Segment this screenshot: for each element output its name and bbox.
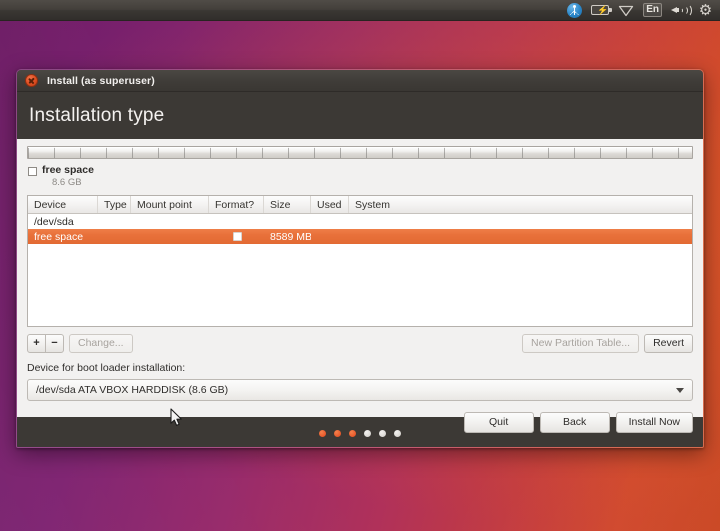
column-header-device[interactable]: Device — [28, 196, 98, 213]
chevron-down-icon — [676, 388, 684, 393]
quit-button[interactable]: Quit — [464, 412, 534, 433]
column-header-mount-point[interactable]: Mount point — [131, 196, 209, 213]
page-title: Installation type — [29, 105, 164, 127]
battery-icon[interactable]: ⚡ — [591, 0, 609, 21]
add-partition-button[interactable]: + — [27, 334, 46, 353]
install-now-button[interactable]: Install Now — [616, 412, 693, 433]
new-partition-table-button[interactable]: New Partition Table... — [522, 334, 639, 353]
system-gear-icon[interactable]: ⚙ — [698, 0, 713, 21]
partition-table[interactable]: Device Type Mount point Format? Size Use… — [27, 195, 693, 327]
column-header-used[interactable]: Used — [311, 196, 349, 213]
cell-used — [311, 229, 349, 244]
legend-color-swatch — [28, 167, 37, 176]
window-title-bar: Install (as superuser) — [17, 70, 703, 92]
table-row[interactable]: free space 8589 MB — [28, 229, 692, 244]
cell-size — [264, 214, 311, 229]
column-header-size[interactable]: Size — [264, 196, 311, 213]
cell-used — [311, 214, 349, 229]
installer-content: free space 8.6 GB Device Type Mount poin… — [17, 139, 703, 417]
cell-mount-point — [131, 214, 209, 229]
cell-mount-point — [131, 229, 209, 244]
cell-system — [349, 214, 692, 229]
cell-system — [349, 229, 692, 244]
volume-icon[interactable] — [671, 0, 689, 21]
installer-window: Install (as superuser) Installation type… — [16, 69, 704, 448]
gear-glyph: ⚙ — [698, 3, 713, 18]
partition-usage-bar[interactable] — [27, 146, 693, 159]
column-header-type[interactable]: Type — [98, 196, 131, 213]
cell-device: free space — [28, 229, 98, 244]
table-header-row: Device Type Mount point Format? Size Use… — [28, 196, 692, 214]
legend-partition-name: free space — [42, 165, 94, 177]
panel-indicator-area: ⚡ En ⚙ — [567, 0, 720, 21]
table-row[interactable]: /dev/sda — [28, 214, 692, 229]
back-button[interactable]: Back — [540, 412, 610, 433]
network-wifi-icon[interactable] — [618, 0, 634, 21]
installer-action-buttons: Quit Back Install Now — [27, 412, 693, 433]
cell-type — [98, 229, 131, 244]
keyboard-layout-icon[interactable]: En — [643, 0, 662, 21]
column-header-format[interactable]: Format? — [209, 196, 264, 213]
change-partition-button[interactable]: Change... — [69, 334, 133, 353]
cell-size: 8589 MB — [264, 229, 311, 244]
revert-button[interactable]: Revert — [644, 334, 693, 353]
partition-legend: free space 8.6 GB — [27, 165, 693, 188]
bootloader-selected-value: /dev/sda ATA VBOX HARDDISK (8.6 GB) — [36, 384, 228, 396]
remove-partition-button[interactable]: − — [45, 334, 64, 353]
window-title: Install (as superuser) — [47, 75, 155, 87]
accessibility-icon[interactable] — [567, 0, 582, 21]
bootloader-device-select[interactable]: /dev/sda ATA VBOX HARDDISK (8.6 GB) — [27, 379, 693, 401]
cell-format — [209, 214, 264, 229]
cell-format — [209, 229, 264, 244]
bootloader-label: Device for boot loader installation: — [27, 362, 693, 374]
page-heading-area: Installation type — [17, 92, 703, 139]
cell-type — [98, 214, 131, 229]
partition-toolbar: + − Change... New Partition Table... Rev… — [27, 334, 693, 353]
unity-top-panel: ⚡ En ⚙ — [0, 0, 720, 21]
column-header-system[interactable]: System — [349, 196, 692, 213]
legend-partition-size: 8.6 GB — [52, 178, 94, 189]
desktop-background: ⚡ En ⚙ Instal — [0, 0, 720, 531]
format-checkbox[interactable] — [233, 232, 242, 241]
keyboard-layout-label: En — [643, 3, 662, 17]
cell-device: /dev/sda — [28, 214, 98, 229]
close-icon[interactable] — [25, 74, 38, 87]
